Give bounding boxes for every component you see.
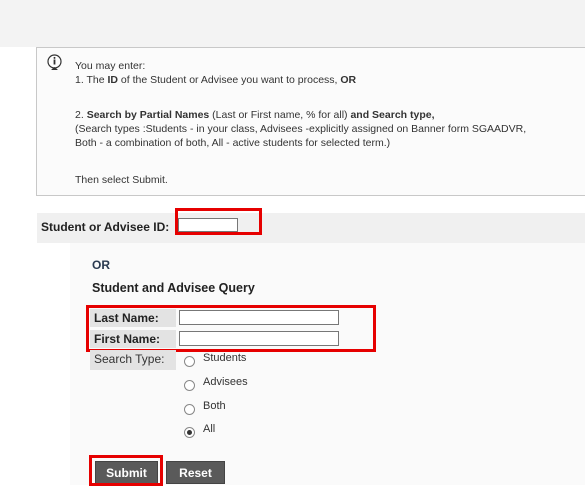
first-name-label-cell: First Name: <box>90 330 176 348</box>
info-line-6: Then select Submit. <box>75 174 168 186</box>
or-label: OR <box>92 258 110 272</box>
student-id-input[interactable] <box>178 218 238 232</box>
radio-students[interactable] <box>184 356 195 367</box>
radio-all[interactable] <box>184 427 195 438</box>
submit-button[interactable]: Submit <box>95 461 158 484</box>
info-line-4: (Search types :Students - in your class,… <box>75 123 527 135</box>
student-id-label: Student or Advisee ID: <box>41 220 170 234</box>
info-icon <box>46 54 63 71</box>
radio-both[interactable] <box>184 404 195 415</box>
query-title: Student and Advisee Query <box>92 281 255 295</box>
reset-button[interactable]: Reset <box>166 461 225 484</box>
radio-both-label: Both <box>203 400 226 412</box>
info-line-2: 1. The ID of the Student or Advisee you … <box>75 74 357 86</box>
last-name-input[interactable] <box>179 310 339 325</box>
last-name-label: Last Name: <box>94 311 159 325</box>
radio-students-label: Students <box>203 352 247 364</box>
first-name-input[interactable] <box>179 331 339 346</box>
first-name-label: First Name: <box>94 332 161 346</box>
info-line-5: Both - a combination of both, All - acti… <box>75 137 391 149</box>
last-name-label-cell: Last Name: <box>90 309 176 327</box>
radio-all-label: All <box>203 423 216 435</box>
radio-advisees-label: Advisees <box>203 376 248 388</box>
info-line-3: 2. Search by Partial Names (Last or Firs… <box>75 109 435 121</box>
student-id-row: Student or Advisee ID: <box>37 213 585 243</box>
top-band <box>0 0 585 47</box>
search-type-label: Search Type: <box>94 352 165 366</box>
radio-advisees[interactable] <box>184 380 195 391</box>
info-line-1: You may enter: <box>75 60 146 72</box>
